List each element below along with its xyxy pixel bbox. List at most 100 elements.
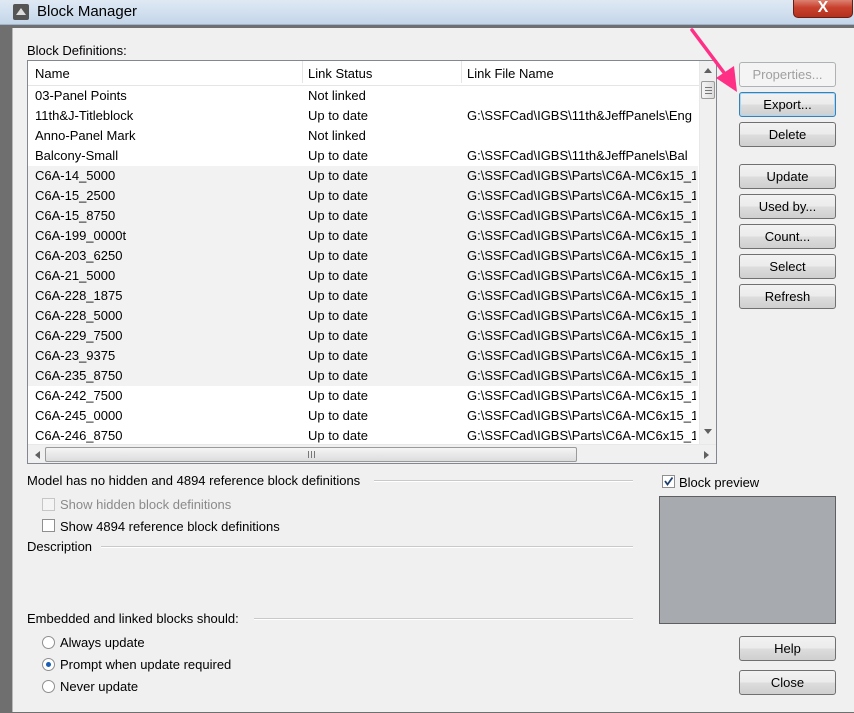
model-info-label: Model has no hidden and 4894 reference b…	[27, 473, 361, 488]
export-button[interactable]: Export...	[739, 92, 836, 117]
row-file-cell: G:\SSFCad\IGBS\Parts\C6A-MC6x15_1	[467, 188, 696, 203]
row-status-cell: Up to date	[308, 428, 368, 443]
prompt-update-radio[interactable]	[42, 658, 55, 671]
row-status-cell: Up to date	[308, 208, 368, 223]
delete-button[interactable]: Delete	[739, 122, 836, 147]
properties-button-label: Properties...	[752, 67, 823, 82]
table-row[interactable]: 03-Panel Points Not linked	[28, 86, 698, 106]
block-definitions-label: Block Definitions:	[27, 43, 127, 58]
table-row[interactable]: C6A-199_0000t Up to date G:\SSFCad\IGBS\Pa…	[28, 226, 698, 246]
table-row[interactable]: C6A-245_0000 Up to date G:\SSFCad\IGBS\Par…	[28, 406, 698, 426]
title-bar: Block Manager X	[0, 0, 854, 25]
select-button[interactable]: Select	[739, 254, 836, 279]
list-rows: 03-Panel Points Not linked 11th&J-Titleblo…	[28, 86, 698, 444]
show-hidden-checkbox[interactable]	[42, 498, 55, 511]
window-title: Block Manager	[37, 3, 138, 20]
table-row[interactable]: Balcony-Small Up to date G:\SSFCad\IGBS\11…	[28, 146, 698, 166]
always-update-label: Always update	[60, 635, 145, 650]
row-file-cell: G:\SSFCad\IGBS\Parts\C6A-MC6x15_1	[467, 228, 696, 243]
table-row[interactable]: C6A-14_5000 Up to date G:\SSFCad\IGBS\Part…	[28, 166, 698, 186]
group-divider	[101, 546, 633, 548]
row-status-cell: Up to date	[308, 388, 368, 403]
column-divider[interactable]	[461, 61, 462, 83]
table-row[interactable]: C6A-228_1875 Up to date G:\SSFCad\IGBS\Par…	[28, 286, 698, 306]
row-name-cell: Anno-Panel Mark	[35, 128, 136, 143]
row-file-cell: G:\SSFCad\IGBS\Parts\C6A-MC6x15_1	[467, 348, 696, 363]
table-row[interactable]: C6A-203_6250 Up to date G:\SSFCad\IGBS\Par…	[28, 246, 698, 266]
embedded-linked-label: Embedded and linked blocks should:	[27, 611, 239, 626]
count-button[interactable]: Count...	[739, 224, 836, 249]
row-file-cell: G:\SSFCad\IGBS\11th&JeffPanels\Bal	[467, 148, 688, 163]
column-header-link-file-name[interactable]: Link File Name	[467, 66, 554, 81]
vertical-scrollbar[interactable]	[699, 61, 716, 444]
table-row[interactable]: 11th&J-Titleblock Up to date G:\SSFCad\IGB…	[28, 106, 698, 126]
always-update-radio[interactable]	[42, 636, 55, 649]
block-definitions-list[interactable]: Name Link Status Link File Name 03-Panel…	[27, 60, 717, 464]
horizontal-scrollbar[interactable]	[28, 444, 716, 463]
column-header-link-status[interactable]: Link Status	[308, 66, 372, 81]
row-name-cell: C6A-23_9375	[35, 348, 116, 363]
table-row[interactable]: C6A-242_7500 Up to date G:\SSFCad\IGBS\Par…	[28, 386, 698, 406]
scroll-right-arrow-icon[interactable]	[703, 450, 711, 460]
scroll-down-arrow-icon[interactable]	[703, 428, 713, 436]
table-row[interactable]: C6A-23_9375 Up to date G:\SSFCad\IGBS\Part…	[28, 346, 698, 366]
table-row[interactable]: C6A-235_8750 Up to date G:\SSFCad\IGBS\Par…	[28, 366, 698, 386]
row-name-cell: C6A-199_0000t	[35, 228, 127, 243]
row-status-cell: Up to date	[308, 348, 368, 363]
update-button[interactable]: Update	[739, 164, 836, 189]
row-name-cell: C6A-15_8750	[35, 208, 116, 223]
row-name-cell: 03-Panel Points	[35, 88, 127, 103]
table-row[interactable]: C6A-15_8750 Up to date G:\SSFCad\IGBS\Part…	[28, 206, 698, 226]
table-row[interactable]: Anno-Panel Mark Not linked	[28, 126, 698, 146]
column-divider[interactable]	[302, 61, 303, 83]
row-name-cell: C6A-203_6250	[35, 248, 123, 263]
row-file-cell: G:\SSFCad\IGBS\Parts\C6A-MC6x15_1	[467, 248, 696, 263]
list-header: Name Link Status Link File Name	[28, 61, 700, 86]
row-status-cell: Up to date	[308, 408, 368, 423]
row-name-cell: 11th&J-Titleblock	[35, 108, 134, 123]
row-status-cell: Up to date	[308, 328, 368, 343]
row-name-cell: C6A-15_2500	[35, 188, 116, 203]
window-close-button[interactable]: X	[793, 0, 853, 18]
select-button-label: Select	[769, 259, 806, 274]
row-name-cell: C6A-21_5000	[35, 268, 116, 283]
block-preview-label: Block preview	[679, 475, 760, 490]
table-row[interactable]: C6A-229_7500 Up to date G:\SSFCad\IGBS\Par…	[28, 326, 698, 346]
column-header-name[interactable]: Name	[35, 66, 70, 81]
table-row[interactable]: C6A-246_8750 Up to date G:\SSFCad\IGBS\Par…	[28, 426, 698, 444]
export-button-label: Export...	[763, 97, 812, 112]
block-preview-checkbox[interactable]	[662, 475, 675, 488]
row-status-cell: Not linked	[308, 88, 366, 103]
row-status-cell: Up to date	[308, 368, 368, 383]
help-button[interactable]: Help	[739, 636, 836, 661]
group-divider	[254, 618, 633, 620]
block-manager-app-icon	[13, 4, 29, 20]
refresh-button[interactable]: Refresh	[739, 284, 836, 309]
help-button-label: Help	[774, 641, 801, 656]
block-preview-panel	[659, 496, 836, 624]
properties-button[interactable]: Properties...	[739, 62, 836, 87]
row-file-cell: G:\SSFCad\IGBS\Parts\C6A-MC6x15_1	[467, 288, 696, 303]
refresh-button-label: Refresh	[764, 289, 811, 304]
group-divider	[374, 480, 633, 482]
row-status-cell: Not linked	[308, 128, 366, 143]
row-file-cell: G:\SSFCad\IGBS\Parts\C6A-MC6x15_1	[467, 408, 696, 423]
table-row[interactable]: C6A-15_2500 Up to date G:\SSFCad\IGBS\Part…	[28, 186, 698, 206]
prompt-update-label: Prompt when update required	[60, 657, 232, 672]
used-by-button[interactable]: Used by...	[739, 194, 836, 219]
row-file-cell: G:\SSFCad\IGBS\Parts\C6A-MC6x15_1	[467, 368, 696, 383]
row-name-cell: C6A-235_8750	[35, 368, 123, 383]
row-status-cell: Up to date	[308, 108, 368, 123]
row-name-cell: C6A-246_8750	[35, 428, 123, 443]
scroll-left-arrow-icon[interactable]	[33, 450, 41, 460]
table-row[interactable]: C6A-228_5000 Up to date G:\SSFCad\IGBS\Par…	[28, 306, 698, 326]
close-button[interactable]: Close	[739, 670, 836, 695]
row-file-cell: G:\SSFCad\IGBS\Parts\C6A-MC6x15_1	[467, 168, 696, 183]
show-reference-checkbox[interactable]	[42, 519, 55, 532]
row-file-cell: G:\SSFCad\IGBS\Parts\C6A-MC6x15_1	[467, 388, 696, 403]
never-update-radio[interactable]	[42, 680, 55, 693]
table-row[interactable]: C6A-21_5000 Up to date G:\SSFCad\IGBS\Part…	[28, 266, 698, 286]
horizontal-scroll-thumb[interactable]	[45, 447, 577, 462]
show-reference-label: Show 4894 reference block definitions	[60, 519, 280, 534]
row-file-cell: G:\SSFCad\IGBS\Parts\C6A-MC6x15_1	[467, 428, 696, 443]
